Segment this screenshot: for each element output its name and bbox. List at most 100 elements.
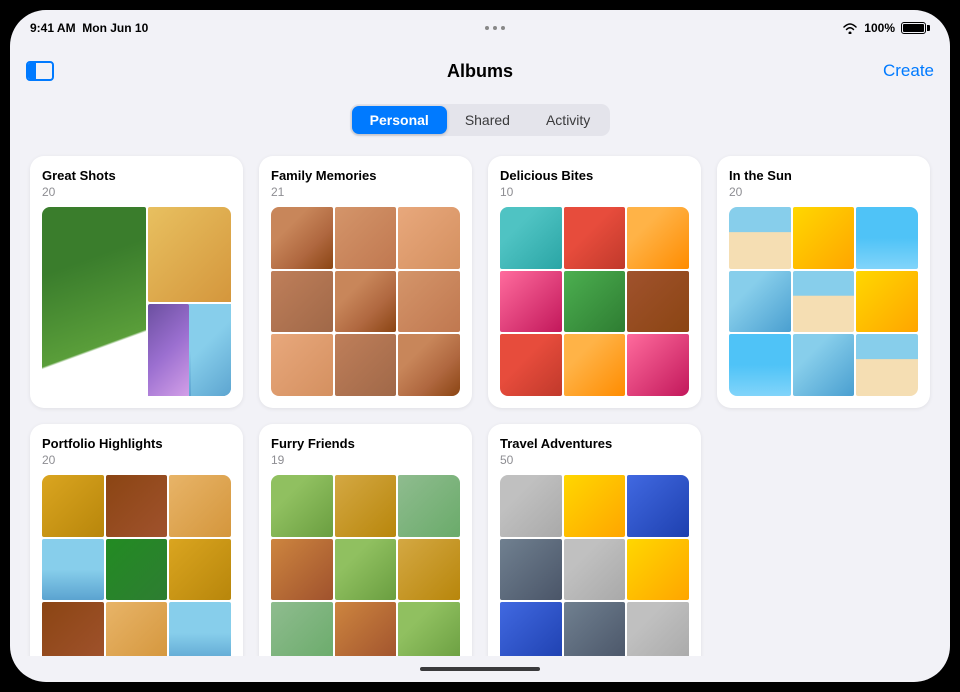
album-mosaic-great-shots (42, 207, 231, 396)
home-indicator (10, 656, 950, 682)
photo-cell (271, 271, 333, 333)
photo-cell (271, 334, 333, 396)
album-title-furry-friends: Furry Friends (271, 436, 460, 451)
photo-cell (106, 475, 168, 537)
dot-2 (493, 26, 497, 30)
photo-cell (564, 207, 626, 269)
status-time: 9:41 AM Mon Jun 10 (30, 21, 148, 35)
album-card-great-shots[interactable]: Great Shots 20 (30, 156, 243, 408)
status-center-dots (485, 26, 505, 30)
album-title-in-the-sun: In the Sun (729, 168, 918, 183)
photo-cell (627, 207, 689, 269)
grid-layout: Great Shots 20 Family Memories 21 (30, 156, 930, 656)
photo-cell (398, 475, 460, 537)
photo-cell (500, 475, 562, 537)
ipad-frame: 9:41 AM Mon Jun 10 100% (10, 10, 950, 682)
dot-1 (485, 26, 489, 30)
photo-cell (564, 602, 626, 656)
tab-personal[interactable]: Personal (352, 106, 447, 134)
photo-cell (42, 602, 104, 656)
photo-cell (793, 334, 855, 396)
photo-cell (856, 207, 918, 269)
photo-cell (335, 271, 397, 333)
album-card-in-the-sun[interactable]: In the Sun 20 (717, 156, 930, 408)
photo-cell (106, 602, 168, 656)
photo-cell (398, 539, 460, 601)
nav-right: Create (883, 61, 934, 81)
segment-bar: Personal Shared Activity (10, 96, 950, 148)
album-card-delicious-bites[interactable]: Delicious Bites 10 (488, 156, 701, 408)
photo-cell (271, 207, 333, 269)
album-mosaic-in-the-sun (729, 207, 918, 396)
photo-cell (42, 207, 146, 396)
album-title-great-shots: Great Shots (42, 168, 231, 183)
tab-shared[interactable]: Shared (447, 106, 528, 134)
photo-cell (729, 334, 791, 396)
photo-cell (398, 207, 460, 269)
photo-cell (398, 334, 460, 396)
photo-cell (148, 207, 231, 302)
photo-cell (564, 539, 626, 601)
status-bar: 9:41 AM Mon Jun 10 100% (10, 10, 950, 46)
photo-cell (627, 271, 689, 333)
photo-cell (335, 539, 397, 601)
photo-cell (398, 602, 460, 656)
page-title: Albums (447, 61, 513, 82)
photo-cell (335, 207, 397, 269)
photo-cell (106, 539, 168, 601)
photo-cell (627, 334, 689, 396)
album-title-family-memories: Family Memories (271, 168, 460, 183)
photo-cell (500, 539, 562, 601)
album-count-furry-friends: 19 (271, 453, 460, 467)
status-right: 100% (842, 21, 930, 35)
album-count-in-the-sun: 20 (729, 185, 918, 199)
photo-cell (271, 602, 333, 656)
home-bar (420, 667, 540, 671)
sidebar-icon-strip (28, 63, 36, 79)
album-card-furry-friends[interactable]: Furry Friends 19 (259, 424, 472, 656)
album-card-travel-adventures[interactable]: Travel Adventures 50 (488, 424, 701, 656)
album-card-family-memories[interactable]: Family Memories 21 (259, 156, 472, 408)
tabs-segment-control: Personal Shared Activity (350, 104, 611, 136)
album-title-travel-adventures: Travel Adventures (500, 436, 689, 451)
nav-left[interactable] (26, 61, 54, 81)
album-count-delicious-bites: 10 (500, 185, 689, 199)
album-mosaic-family-memories (271, 207, 460, 396)
photo-cell (148, 304, 231, 397)
photo-cell (856, 271, 918, 333)
photo-cell (169, 539, 231, 601)
dot-3 (501, 26, 505, 30)
photo-cell (335, 334, 397, 396)
album-count-family-memories: 21 (271, 185, 460, 199)
photo-cell (729, 271, 791, 333)
album-mosaic-furry-friends (271, 475, 460, 656)
photo-cell (793, 271, 855, 333)
photo-cell (42, 475, 104, 537)
photo-cell (500, 334, 562, 396)
screen: Albums Create Personal Shared Activity G… (10, 46, 950, 656)
photo-cell (335, 475, 397, 537)
photo-cell (564, 271, 626, 333)
album-mosaic-travel-adventures (500, 475, 689, 656)
create-button[interactable]: Create (883, 61, 934, 81)
sidebar-toggle-button[interactable] (26, 61, 54, 81)
nav-bar: Albums Create (10, 46, 950, 96)
album-mosaic-delicious-bites (500, 207, 689, 396)
photo-cell (42, 539, 104, 601)
album-count-travel-adventures: 50 (500, 453, 689, 467)
album-card-portfolio-highlights[interactable]: Portfolio Highlights 20 (30, 424, 243, 656)
photo-cell (627, 475, 689, 537)
photo-cell (729, 207, 791, 269)
album-mosaic-portfolio-highlights (42, 475, 231, 656)
photo-cell (564, 334, 626, 396)
photo-cell (564, 475, 626, 537)
tab-activity[interactable]: Activity (528, 106, 608, 134)
photo-cell (169, 602, 231, 656)
albums-grid: Great Shots 20 Family Memories 21 (10, 148, 950, 656)
photo-cell (627, 539, 689, 601)
album-count-great-shots: 20 (42, 185, 231, 199)
photo-cell (169, 475, 231, 537)
photo-cell (398, 271, 460, 333)
photo-cell (271, 475, 333, 537)
battery-icon (901, 22, 930, 34)
